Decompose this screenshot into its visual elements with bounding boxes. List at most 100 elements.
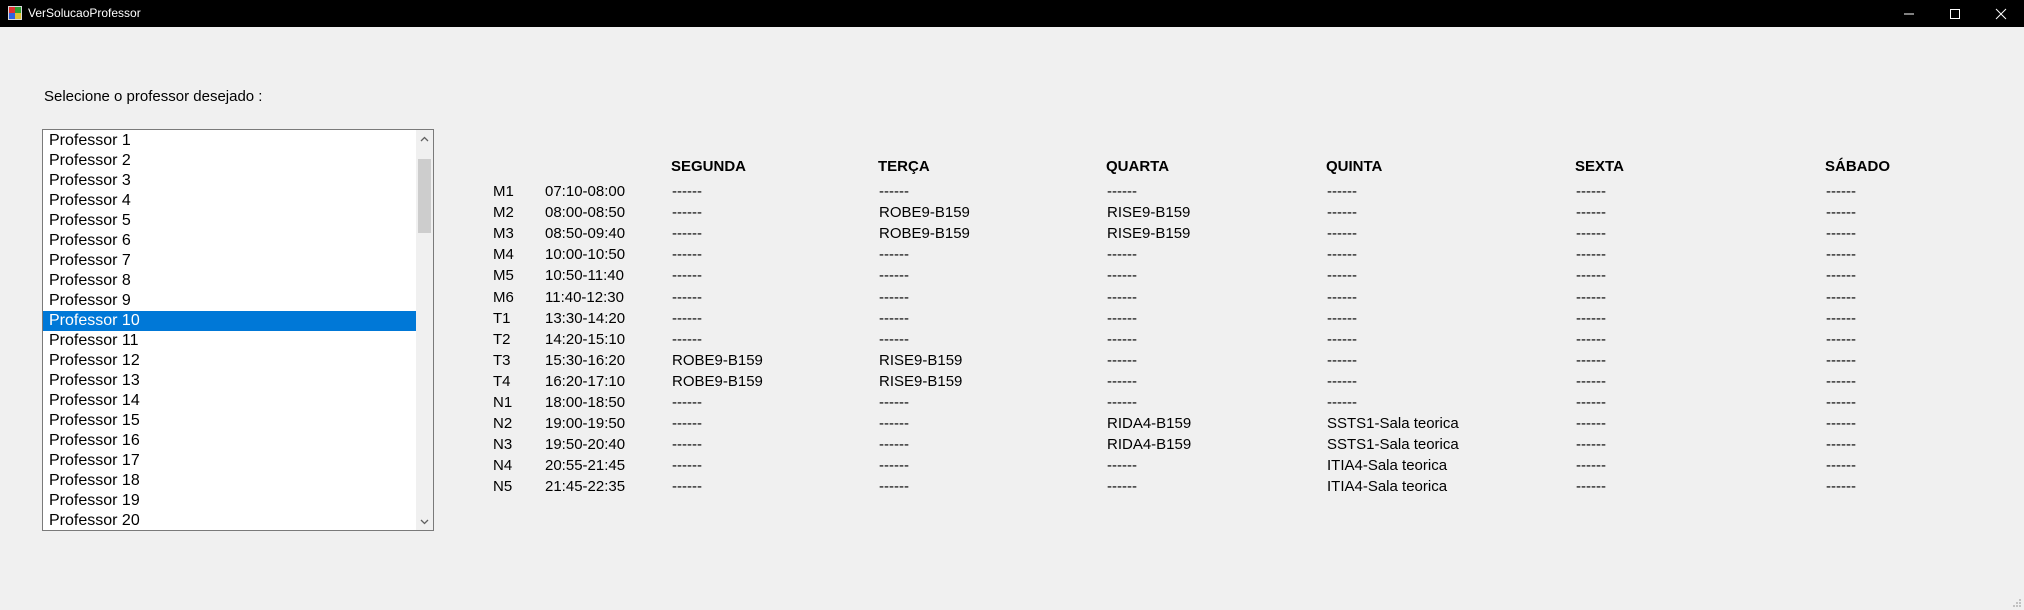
schedule-cell: ------ (672, 457, 702, 474)
time-range: 08:50-09:40 (545, 225, 626, 242)
schedule-cell: ------ (672, 289, 702, 306)
schedule-cell: ------ (1826, 289, 1856, 306)
close-button[interactable] (1978, 0, 2023, 27)
time-range: 20:55-21:45 (545, 457, 626, 474)
schedule-cell: ------ (879, 267, 909, 284)
time-range: 10:00-10:50 (545, 246, 626, 263)
time-range: 21:45-22:35 (545, 478, 626, 495)
professor-listbox[interactable]: Professor 1 Professor 2 Professor 3 Profess… (42, 129, 434, 531)
scroll-thumb[interactable] (418, 159, 431, 233)
schedule-cell: ------ (1576, 246, 1606, 263)
time-range: 07:10-08:00 (545, 183, 626, 200)
schedule-cell: ------ (1327, 394, 1357, 411)
schedule-cell: ------ (672, 183, 702, 200)
period-label: T3 (493, 352, 511, 369)
professor-list-item[interactable]: Professor 4 (43, 191, 417, 211)
schedule-cell: ------ (1826, 436, 1856, 453)
schedule-cell: ------ (879, 394, 909, 411)
professor-list-item[interactable]: Professor 6 (43, 231, 417, 251)
schedule-cell: ------ (1826, 310, 1856, 327)
schedule-cell: ------ (672, 436, 702, 453)
chevron-down-icon (420, 519, 429, 524)
period-label: T1 (493, 310, 511, 327)
professor-list-item[interactable]: Professor 7 (43, 251, 417, 271)
schedule-cell: ------ (672, 225, 702, 242)
chevron-up-icon (420, 136, 429, 141)
day-header: TERÇA (878, 158, 930, 175)
schedule-cell: ------ (879, 310, 909, 327)
time-range: 08:00-08:50 (545, 204, 626, 221)
professor-list-item[interactable]: Professor 14 (43, 391, 417, 411)
schedule-cell: ------ (1826, 373, 1856, 390)
professor-list-item[interactable]: Professor 10 (43, 311, 417, 331)
professor-list-item[interactable]: Professor 18 (43, 471, 417, 491)
time-range: 19:50-20:40 (545, 436, 626, 453)
schedule-cell: ------ (1826, 415, 1856, 432)
period-label: M1 (493, 183, 514, 200)
period-label: N5 (493, 478, 513, 495)
period-label: M2 (493, 204, 514, 221)
professor-list-item[interactable]: Professor 1 (43, 131, 417, 151)
period-label: N2 (493, 415, 513, 432)
schedule-cell: ------ (1327, 289, 1357, 306)
vertical-scrollbar[interactable] (416, 130, 433, 530)
schedule-cell: ------ (879, 478, 909, 495)
day-header: QUARTA (1106, 158, 1170, 175)
period-label: T2 (493, 331, 511, 348)
schedule-cell: ------ (1576, 331, 1606, 348)
schedule-cell: ------ (1826, 331, 1856, 348)
schedule-cell: RIDA4-B159 (1107, 436, 1192, 453)
schedule-cell: ------ (1576, 373, 1606, 390)
day-header: SEGUNDA (671, 158, 747, 175)
scroll-up-button[interactable] (416, 130, 433, 147)
period-label: M4 (493, 246, 514, 263)
professor-list-item[interactable]: Professor 16 (43, 431, 417, 451)
period-label: M5 (493, 267, 514, 284)
time-range: 14:20-15:10 (545, 331, 626, 348)
schedule-cell: ------ (1327, 373, 1357, 390)
schedule-cell: ------ (1327, 267, 1357, 284)
close-icon (1995, 8, 2006, 19)
professor-list-item[interactable]: Professor 12 (43, 351, 417, 371)
professor-list-item[interactable]: Professor 5 (43, 211, 417, 231)
professor-list-item[interactable]: Professor 11 (43, 331, 417, 351)
professor-list-item[interactable]: Professor 9 (43, 291, 417, 311)
schedule-cell: ------ (1327, 183, 1357, 200)
schedule-cell: ------ (1576, 204, 1606, 221)
professor-list-item[interactable]: Professor 8 (43, 271, 417, 291)
schedule-cell: SSTS1-Sala teorica (1327, 415, 1459, 432)
window-title: VerSolucaoProfessor (28, 6, 141, 20)
period-label: M3 (493, 225, 514, 242)
professor-list-item[interactable]: Professor 17 (43, 451, 417, 471)
schedule-cell: ------ (1107, 373, 1137, 390)
schedule-cell: ------ (1107, 310, 1137, 327)
title-bar: VerSolucaoProfessor (0, 0, 2024, 27)
time-range: 10:50-11:40 (545, 267, 624, 284)
time-range: 13:30-14:20 (545, 310, 626, 327)
resize-grip-icon[interactable] (2012, 598, 2022, 608)
period-label: N1 (493, 394, 513, 411)
schedule-cell: ------ (1826, 267, 1856, 284)
professor-list-item[interactable]: Professor 19 (43, 491, 417, 511)
schedule-cell: ------ (672, 246, 702, 263)
schedule-cell: ------ (1107, 352, 1137, 369)
maximize-button[interactable] (1932, 0, 1977, 27)
schedule-cell: ------ (1826, 352, 1856, 369)
scroll-down-button[interactable] (416, 513, 433, 530)
professor-list-item[interactable]: Professor 2 (43, 151, 417, 171)
schedule-cell: ------ (672, 415, 702, 432)
schedule-cell: ------ (1327, 310, 1357, 327)
prompt-label: Selecione o professor desejado : (44, 88, 263, 105)
professor-list-item[interactable]: Professor 13 (43, 371, 417, 391)
schedule-cell: ------ (1107, 246, 1137, 263)
time-range: 11:40-12:30 (545, 289, 624, 306)
period-label: N3 (493, 436, 513, 453)
schedule-cell: ITIA4-Sala teorica (1327, 478, 1448, 495)
professor-list-item[interactable]: Professor 3 (43, 171, 417, 191)
professor-list-item[interactable]: Professor 20 (43, 511, 417, 530)
minimize-button[interactable] (1886, 0, 1931, 27)
schedule-cell: ------ (879, 436, 909, 453)
schedule-cell: ------ (1327, 225, 1357, 242)
professor-list-item[interactable]: Professor 15 (43, 411, 417, 431)
period-label: T4 (493, 373, 511, 390)
